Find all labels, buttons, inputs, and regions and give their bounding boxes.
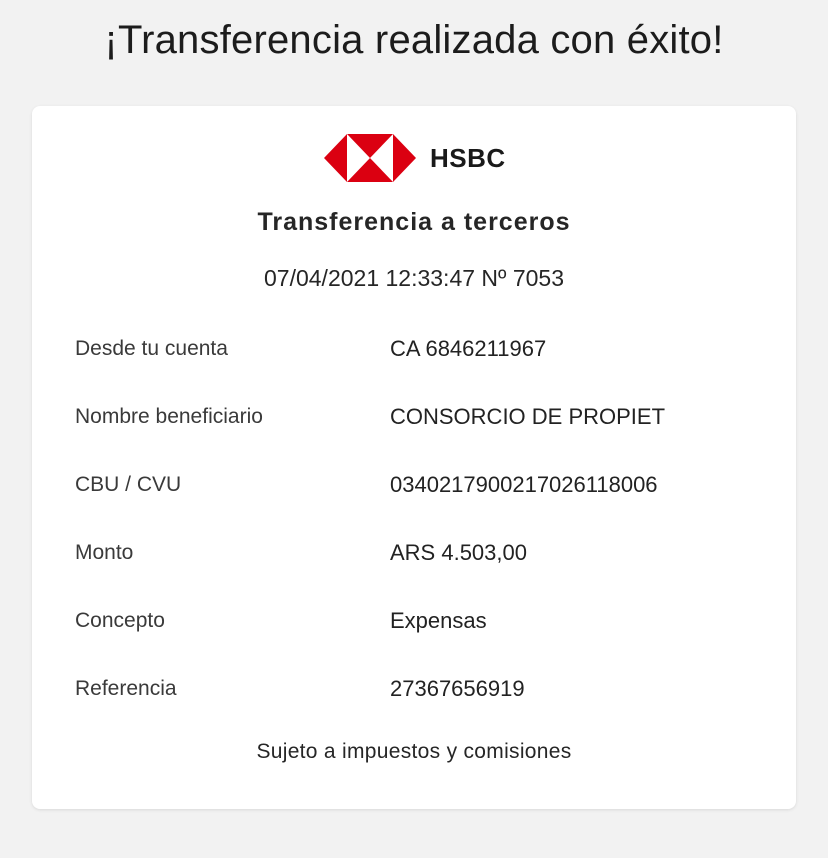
detail-value: Expensas — [390, 608, 487, 633]
detail-value: CONSORCIO DE PROPIET — [390, 404, 666, 429]
hsbc-hexagon-icon — [324, 134, 416, 182]
detail-value: 0340217900217026118006 — [390, 472, 658, 497]
detail-row-amount: Monto ARS 4.503,00 — [75, 538, 755, 606]
detail-row-concept: Concepto Expensas — [75, 606, 755, 674]
detail-row-beneficiary: Nombre beneficiario CONSORCIO DE PROPIET — [75, 402, 755, 470]
detail-label: Concepto — [75, 609, 165, 632]
receipt-title: Transferencia a terceros — [257, 208, 571, 236]
detail-value: ARS 4.503,00 — [390, 540, 527, 565]
detail-value: CA 6846211967 — [390, 336, 547, 361]
receipt-card: HSBC Transferencia a terceros 07/04/2021… — [32, 106, 796, 809]
transfer-details: Desde tu cuenta CA 6846211967 Nombre ben… — [75, 334, 755, 742]
detail-label: Referencia — [75, 677, 177, 700]
detail-label: Desde tu cuenta — [75, 337, 228, 360]
detail-row-cbu: CBU / CVU 0340217900217026118006 — [75, 470, 755, 538]
detail-label: Nombre beneficiario — [75, 405, 263, 428]
detail-row-source-account: Desde tu cuenta CA 6846211967 — [75, 334, 755, 402]
receipt-date-number: 07/04/2021 12:33:47 Nº 7053 — [264, 265, 564, 291]
detail-value: 27367656919 — [390, 676, 525, 701]
detail-label: CBU / CVU — [75, 473, 182, 496]
detail-row-reference: Referencia 27367656919 — [75, 674, 755, 742]
hsbc-logo: HSBC — [324, 134, 506, 182]
taxes-footnote: Sujeto a impuestos y comisiones — [256, 740, 572, 763]
detail-label: Monto — [75, 541, 134, 564]
brand-name: HSBC — [430, 142, 506, 173]
page-title: ¡Transferencia realizada con éxito! — [104, 18, 724, 62]
